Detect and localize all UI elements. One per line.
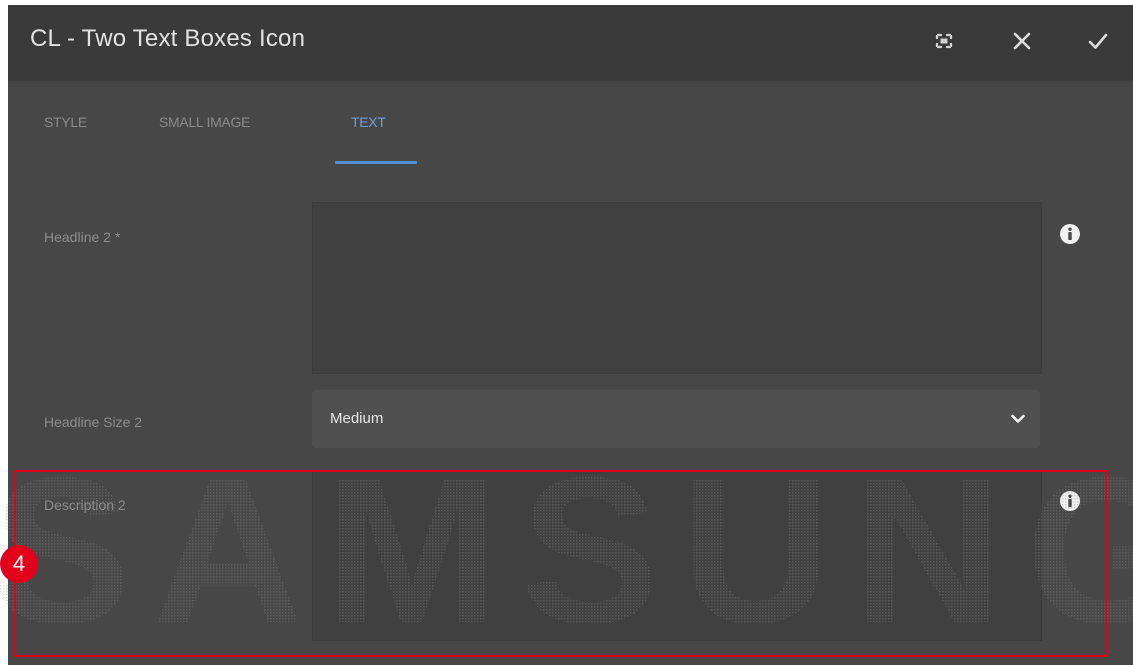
tab-bar: STYLE SMALL IMAGE TEXT: [8, 100, 1133, 170]
annotation-marker: 4: [0, 545, 38, 583]
info-icon: [1060, 491, 1080, 511]
info-icon: [1060, 224, 1080, 244]
dialog: CL - Two Text Boxes Icon STYLE SMALL IMA…: [8, 5, 1133, 665]
headline2-textarea[interactable]: [312, 202, 1042, 374]
confirm-button[interactable]: [1080, 23, 1116, 59]
tab-text[interactable]: TEXT: [351, 114, 386, 130]
headline-size2-label: Headline Size 2: [44, 414, 143, 430]
close-icon: [1013, 32, 1031, 50]
headline2-info-button[interactable]: [1059, 223, 1081, 245]
tab-style[interactable]: STYLE: [44, 114, 87, 130]
description2-label: Description 2: [44, 497, 126, 513]
tab-small-image[interactable]: SMALL IMAGE: [159, 114, 250, 130]
fullscreen-button[interactable]: [926, 23, 962, 59]
headline-size2-value: Medium: [330, 410, 384, 427]
close-button[interactable]: [1004, 23, 1040, 59]
description2-textarea[interactable]: [312, 471, 1042, 641]
headline2-label: Headline 2 *: [44, 229, 121, 245]
chevron-down-icon: [1011, 414, 1025, 423]
checkmark-icon: [1088, 33, 1108, 49]
dialog-header: CL - Two Text Boxes Icon: [8, 5, 1133, 81]
fullscreen-icon: [935, 33, 953, 49]
active-tab-indicator: [335, 161, 417, 164]
headline-size2-select[interactable]: Medium: [312, 390, 1040, 448]
dialog-title: CL - Two Text Boxes Icon: [30, 25, 306, 52]
description2-info-button[interactable]: [1059, 490, 1081, 512]
